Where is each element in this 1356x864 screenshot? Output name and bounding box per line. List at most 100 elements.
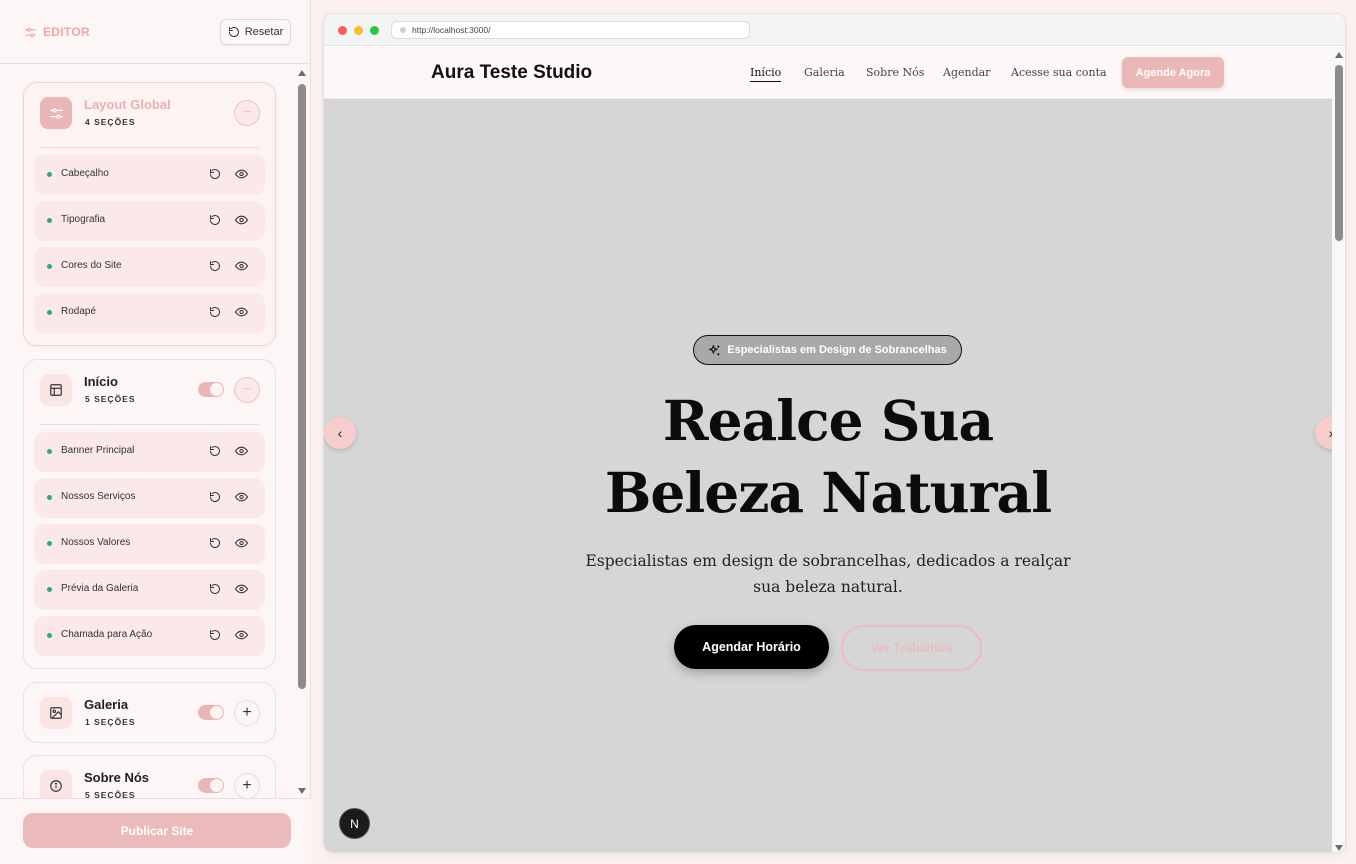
carousel-next-button[interactable]: › xyxy=(1315,417,1332,449)
scroll-thumb[interactable] xyxy=(1335,65,1343,241)
nav-link-account[interactable]: Acesse sua conta xyxy=(1011,66,1107,79)
group-card-layout-global[interactable]: Layout Global 4 SEÇÕES − Cabeçalho Tipog… xyxy=(23,82,276,346)
reset-icon xyxy=(228,27,239,37)
group-name: Galeria xyxy=(84,697,129,712)
sidebar-scroll-area[interactable]: Layout Global 4 SEÇÕES − Cabeçalho Tipog… xyxy=(0,65,311,798)
minus-icon: − xyxy=(242,381,252,398)
scroll-up-arrow[interactable] xyxy=(1335,52,1343,58)
reset-section-icon[interactable] xyxy=(209,629,221,641)
eye-icon[interactable] xyxy=(235,307,248,317)
close-window-dot[interactable] xyxy=(338,26,347,35)
section-item[interactable]: Prévia da Galeria xyxy=(34,570,265,610)
carousel-prev-button[interactable]: ‹ xyxy=(324,417,356,449)
sparkles-icon xyxy=(709,344,720,355)
nav-link-agendar[interactable]: Agendar xyxy=(943,66,990,79)
group-icon-box xyxy=(40,374,72,406)
reset-section-icon[interactable] xyxy=(209,583,221,595)
section-label: Chamada para Ação xyxy=(61,629,153,640)
nav-link-sobre-nos[interactable]: Sobre Nós xyxy=(866,66,924,79)
maximize-window-dot[interactable] xyxy=(370,26,379,35)
group-icon-box xyxy=(40,97,72,129)
eye-icon[interactable] xyxy=(235,492,248,502)
eye-icon[interactable] xyxy=(235,538,248,548)
group-header[interactable]: Layout Global 4 SEÇÕES − xyxy=(24,83,275,147)
scroll-thumb[interactable] xyxy=(298,84,306,689)
collapse-button[interactable]: − xyxy=(234,100,260,126)
sidebar-footer: Publicar Site xyxy=(0,798,311,864)
group-card-galeria[interactable]: Galeria 1 SEÇÕES + xyxy=(23,682,276,743)
nav-link-galeria[interactable]: Galeria xyxy=(804,66,845,79)
book-now-button[interactable]: Agende Agora xyxy=(1122,57,1224,88)
section-item[interactable]: Nossos Serviços xyxy=(34,478,265,518)
schedule-button[interactable]: Agendar Horário xyxy=(674,625,829,669)
status-dot xyxy=(47,495,52,500)
status-dot xyxy=(47,310,52,315)
nav-link-inicio[interactable]: Início xyxy=(750,66,782,82)
app-root: EDITOR Resetar Layout Global 4 SEÇÕES − xyxy=(0,0,1356,864)
reset-section-icon[interactable] xyxy=(209,214,221,226)
view-work-button[interactable]: Ver Trabalhos xyxy=(841,625,982,671)
eye-icon[interactable] xyxy=(235,630,248,640)
group-card-sobre-nos[interactable]: Sobre Nós 5 SEÇÕES + xyxy=(23,755,276,798)
reset-section-icon[interactable] xyxy=(209,491,221,503)
hero-badge-text: Especialistas em Design de Sobrancelhas xyxy=(727,344,947,356)
reset-section-icon[interactable] xyxy=(209,306,221,318)
section-item[interactable]: Chamada para Ação xyxy=(34,616,265,656)
group-icon-box xyxy=(40,770,72,798)
eye-icon[interactable] xyxy=(235,215,248,225)
visibility-toggle[interactable] xyxy=(198,705,224,720)
site-page: Aura Teste Studio Início Galeria Sobre N… xyxy=(324,47,1332,852)
section-item[interactable]: Cores do Site xyxy=(34,247,265,287)
section-item[interactable]: Cabeçalho xyxy=(34,155,265,195)
site-info-icon xyxy=(400,27,406,33)
status-dot xyxy=(47,264,52,269)
site-brand[interactable]: Aura Teste Studio xyxy=(431,62,592,84)
group-section-count: 5 SEÇÕES xyxy=(85,394,136,404)
section-item[interactable]: Nossos Valores xyxy=(34,524,265,564)
site-navbar: Aura Teste Studio Início Galeria Sobre N… xyxy=(324,47,1332,99)
section-label: Nossos Serviços xyxy=(61,491,136,502)
expand-button[interactable]: + xyxy=(234,773,260,798)
nextjs-dev-badge[interactable]: N xyxy=(339,808,370,839)
section-list: Cabeçalho Tipografia Cores do Site Rodap… xyxy=(24,148,275,341)
reset-section-icon[interactable] xyxy=(209,537,221,549)
group-card-inicio[interactable]: Início 5 SEÇÕES − Banner Principal Nosso… xyxy=(23,359,276,669)
eye-icon[interactable] xyxy=(235,261,248,271)
visibility-toggle[interactable] xyxy=(198,778,224,793)
sliders-icon xyxy=(49,107,63,119)
address-text: http://localhost:3000/ xyxy=(412,25,491,35)
layout-icon xyxy=(50,384,62,396)
address-bar[interactable]: http://localhost:3000/ xyxy=(391,21,750,39)
collapse-button[interactable]: − xyxy=(234,377,260,403)
scroll-down-arrow[interactable] xyxy=(298,788,306,794)
status-dot xyxy=(47,172,52,177)
eye-icon[interactable] xyxy=(235,169,248,179)
section-item[interactable]: Rodapé xyxy=(34,293,265,333)
visibility-toggle[interactable] xyxy=(198,382,224,397)
section-list: Banner Principal Nossos Serviços Nossos … xyxy=(24,425,275,664)
minimize-window-dot[interactable] xyxy=(354,26,363,35)
scroll-up-arrow[interactable] xyxy=(298,70,306,76)
group-header[interactable]: Galeria 1 SEÇÕES + xyxy=(24,683,275,747)
group-header[interactable]: Sobre Nós 5 SEÇÕES + xyxy=(24,756,275,798)
sidebar-scrollbar[interactable] xyxy=(296,68,308,796)
reset-button[interactable]: Resetar xyxy=(220,19,291,45)
eye-icon[interactable] xyxy=(235,584,248,594)
scroll-down-arrow[interactable] xyxy=(1335,845,1343,851)
group-section-count: 1 SEÇÕES xyxy=(85,717,136,727)
section-item[interactable]: Tipografia xyxy=(34,201,265,241)
image-icon xyxy=(50,707,62,719)
preview-scrollbar[interactable] xyxy=(1332,47,1345,852)
editor-title: EDITOR xyxy=(24,25,90,39)
eye-icon[interactable] xyxy=(235,446,248,456)
browser-toolbar: http://localhost:3000/ xyxy=(324,14,1345,46)
publish-site-button[interactable]: Publicar Site xyxy=(23,813,291,848)
section-item[interactable]: Banner Principal xyxy=(34,432,265,472)
group-header[interactable]: Início 5 SEÇÕES − xyxy=(24,360,275,424)
reset-section-icon[interactable] xyxy=(209,168,221,180)
section-label: Cores do Site xyxy=(61,260,122,271)
expand-button[interactable]: + xyxy=(234,700,260,726)
reset-section-icon[interactable] xyxy=(209,260,221,272)
reset-section-icon[interactable] xyxy=(209,445,221,457)
plus-icon: + xyxy=(242,704,252,721)
